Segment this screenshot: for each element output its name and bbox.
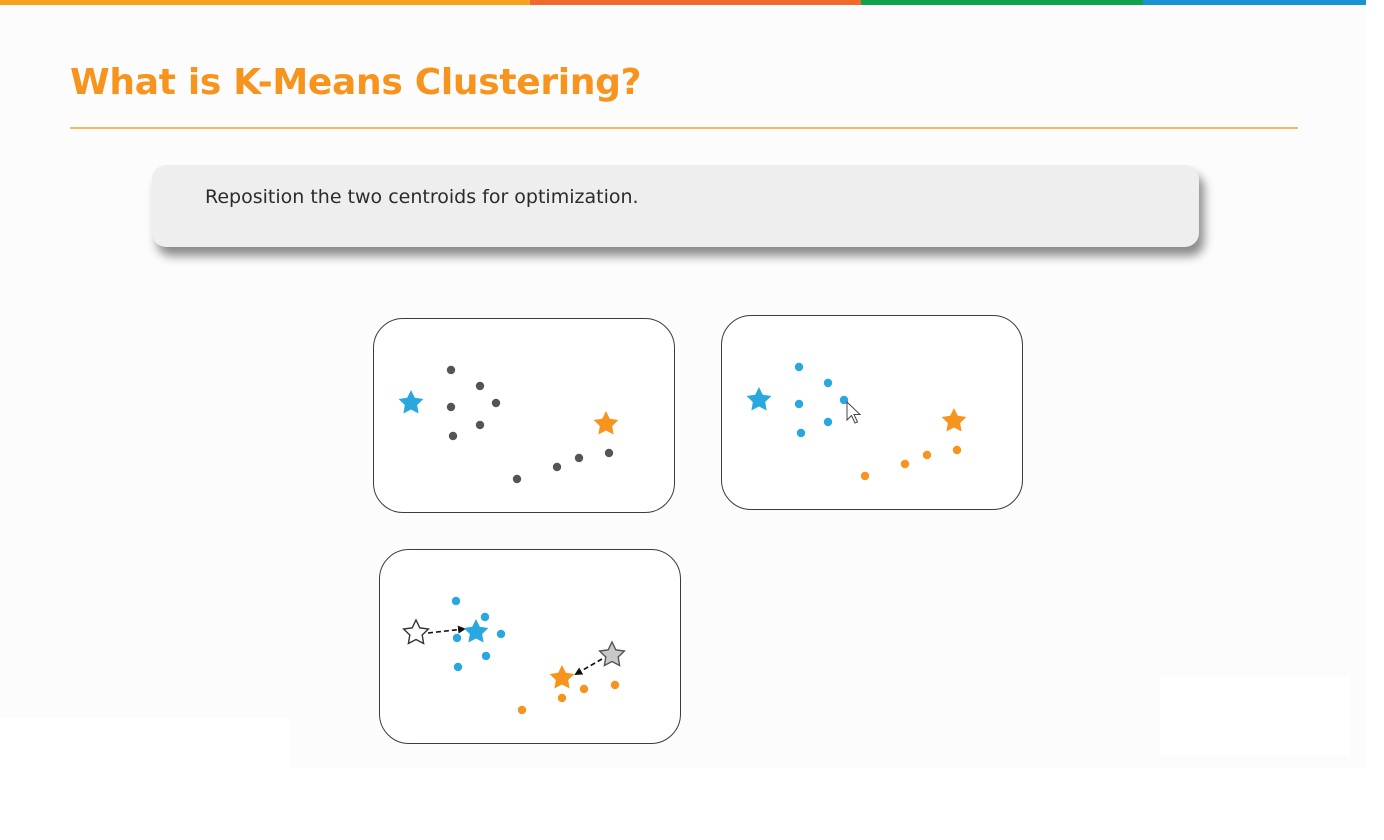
data-point	[446, 365, 456, 375]
dashed-arrow-icon	[427, 625, 466, 634]
title-divider	[70, 127, 1298, 129]
data-point	[952, 445, 962, 455]
data-point	[481, 651, 491, 661]
star-icon	[746, 387, 772, 411]
star-outline-icon	[598, 640, 626, 667]
star-icon	[398, 390, 424, 414]
data-point	[900, 459, 910, 469]
instruction-text: Reposition the two centroids for optimiz…	[205, 186, 639, 208]
data-point	[922, 450, 932, 460]
star-icon	[593, 411, 619, 435]
top-bar-segment-yellow	[0, 0, 530, 5]
data-point	[491, 398, 501, 408]
data-point	[480, 612, 490, 622]
data-point	[453, 662, 463, 672]
data-point	[610, 680, 620, 690]
data-point	[475, 420, 485, 430]
data-point	[574, 453, 584, 463]
data-point	[823, 417, 833, 427]
data-point	[512, 474, 522, 484]
data-point	[446, 402, 456, 412]
data-point	[557, 693, 567, 703]
cursor-icon	[846, 400, 862, 424]
data-point	[517, 705, 527, 715]
data-point	[860, 471, 870, 481]
slide: What is K-Means Clustering? Reposition t…	[0, 0, 1366, 768]
data-point	[794, 399, 804, 409]
data-point	[552, 462, 562, 472]
star-outline-icon	[402, 618, 430, 645]
panel-points-assigned	[721, 315, 1023, 510]
data-point	[448, 431, 458, 441]
slide-title: What is K-Means Clustering?	[70, 62, 642, 103]
top-bar-segment-green	[861, 0, 1143, 5]
data-point	[604, 448, 614, 458]
instruction-callout: Reposition the two centroids for optimiz…	[152, 165, 1199, 247]
video-overlay-patch	[0, 718, 290, 768]
data-point	[496, 629, 506, 639]
data-point	[796, 428, 806, 438]
top-color-bar	[0, 0, 1366, 5]
video-overlay-patch	[1160, 676, 1350, 756]
dashed-arrow-icon	[574, 658, 603, 675]
star-icon	[941, 408, 967, 432]
data-point	[475, 381, 485, 391]
panel-centroids-repositioned	[379, 549, 681, 744]
data-point	[823, 378, 833, 388]
star-icon	[549, 665, 575, 689]
panel-initial-centroids	[373, 318, 675, 513]
panel-1-diagram	[398, 365, 619, 484]
data-point	[794, 362, 804, 372]
data-point	[452, 633, 462, 643]
data-point	[579, 684, 589, 694]
star-icon	[463, 619, 489, 643]
panel-3-diagram	[402, 596, 626, 715]
top-bar-segment-orange	[530, 0, 861, 5]
top-bar-segment-blue	[1143, 0, 1366, 5]
panel-2-diagram	[746, 362, 967, 481]
data-point	[451, 596, 461, 606]
